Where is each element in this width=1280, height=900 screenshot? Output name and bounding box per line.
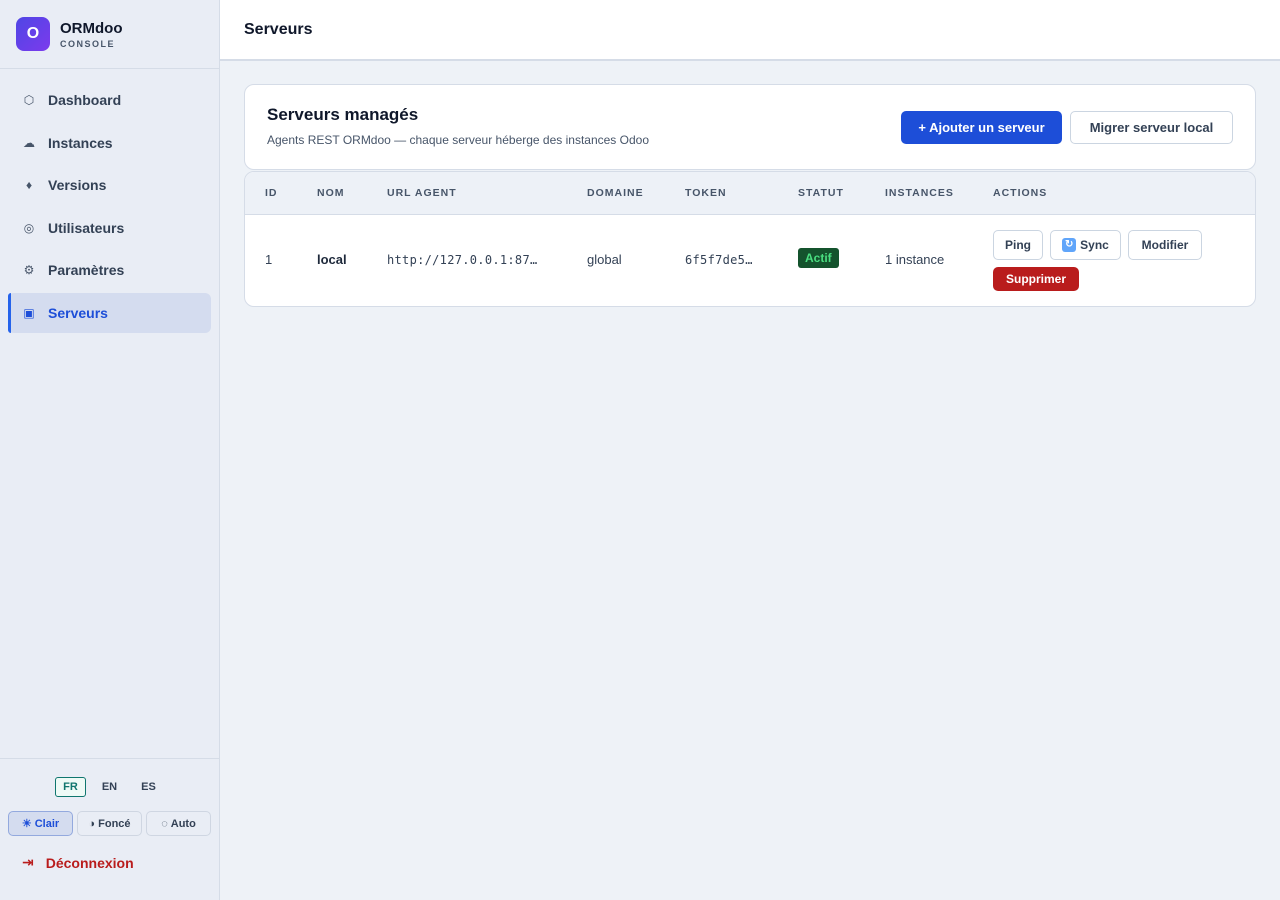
sync-button[interactable]: ↻ Sync bbox=[1050, 230, 1121, 260]
servers-header-card: Serveurs managés Agents REST ORMdoo — ch… bbox=[244, 84, 1256, 170]
column-header-id: ID bbox=[265, 187, 278, 199]
sidebar-item-users[interactable]: ◎ Utilisateurs bbox=[8, 208, 211, 248]
cell-token: 6f5f7de5… bbox=[685, 253, 753, 267]
brand-name: ORMdoo bbox=[60, 19, 123, 37]
sidebar-item-label: Versions bbox=[48, 177, 107, 194]
column-header-domain: DOMAINE bbox=[587, 187, 644, 199]
server-icon: ▣ bbox=[23, 305, 35, 320]
diamond-icon: ♦ bbox=[25, 178, 33, 193]
sidebar-item-versions[interactable]: ♦ Versions bbox=[8, 165, 211, 205]
users-icon: ◎ bbox=[23, 220, 35, 235]
sidebar-item-label: Utilisateurs bbox=[48, 219, 125, 236]
sidebar-item-label: Paramètres bbox=[48, 262, 125, 279]
lang-fr[interactable]: FR bbox=[55, 777, 86, 797]
cell-instances: 1 instance bbox=[885, 252, 945, 267]
hexagon-icon: ⬡ bbox=[23, 93, 35, 107]
cell-name: local bbox=[317, 252, 347, 267]
sidebar-item-label: Dashboard bbox=[48, 92, 122, 108]
theme-switcher: ☀ Clair ◑ Foncé ◌ Auto bbox=[8, 811, 211, 836]
brand: O ORMdoo CONSOLE bbox=[0, 0, 219, 69]
column-header-token: TOKEN bbox=[685, 187, 727, 199]
sidebar-item-label: Serveurs bbox=[48, 304, 108, 321]
ping-button[interactable]: Ping bbox=[993, 230, 1043, 260]
lang-es[interactable]: ES bbox=[133, 777, 164, 797]
gear-icon: ⚙ bbox=[23, 263, 35, 278]
sidebar-item-servers[interactable]: ▣ Serveurs bbox=[8, 292, 211, 333]
sidebar-nav: ⬡ Dashboard ☁ Instances ♦ Versions ◎ Uti… bbox=[0, 69, 219, 333]
sync-icon: ↻ bbox=[1062, 238, 1077, 252]
language-switcher: FR EN ES bbox=[0, 777, 219, 797]
sidebar-item-instances[interactable]: ☁ Instances bbox=[8, 123, 211, 163]
auto-icon: ◌ bbox=[161, 817, 168, 830]
sidebar-item-label: Instances bbox=[48, 134, 113, 151]
column-header-name: NOM bbox=[317, 187, 345, 199]
column-header-status: STATUT bbox=[798, 187, 844, 199]
theme-light-button[interactable]: ☀ Clair bbox=[8, 811, 73, 836]
lang-en[interactable]: EN bbox=[94, 777, 125, 797]
add-server-button[interactable]: + Ajouter un serveur bbox=[901, 111, 1062, 144]
table-header: ID NOM URL AGENT DOMAINE TOKEN STATUT IN… bbox=[245, 172, 1255, 215]
sidebar: O ORMdoo CONSOLE ⬡ Dashboard ☁ Instances… bbox=[0, 0, 220, 900]
column-header-actions: ACTIONS bbox=[993, 187, 1048, 199]
delete-button[interactable]: Supprimer bbox=[993, 267, 1079, 291]
sun-icon: ☀ bbox=[21, 818, 32, 830]
cell-agent-url: http://127.0.0.1:87… bbox=[387, 253, 538, 267]
half-moon-icon: ◑ bbox=[88, 817, 96, 830]
logout-button[interactable]: ⇥ Déconnexion bbox=[22, 854, 134, 871]
brand-subtitle: CONSOLE bbox=[60, 38, 116, 49]
servers-table: ID NOM URL AGENT DOMAINE TOKEN STATUT IN… bbox=[244, 171, 1256, 307]
logout-icon: ⇥ bbox=[22, 854, 34, 870]
edit-button[interactable]: Modifier bbox=[1128, 230, 1202, 260]
app-logo: O bbox=[16, 17, 50, 51]
sidebar-item-settings[interactable]: ⚙ Paramètres bbox=[8, 250, 211, 290]
cloud-icon: ☁ bbox=[23, 135, 35, 150]
cell-id: 1 bbox=[265, 252, 273, 267]
sidebar-item-dashboard[interactable]: ⬡ Dashboard bbox=[8, 80, 211, 120]
column-header-instances: INSTANCES bbox=[885, 187, 954, 199]
theme-auto-button[interactable]: ◌ Auto bbox=[146, 811, 211, 836]
theme-dark-button[interactable]: ◑ Foncé bbox=[77, 811, 142, 836]
status-badge: Actif bbox=[798, 248, 839, 268]
page-title: Serveurs bbox=[244, 20, 313, 38]
sidebar-footer: FR EN ES ☀ Clair ◑ Foncé ◌ Auto ⇥ Déconn… bbox=[0, 758, 219, 900]
migrate-local-server-button[interactable]: Migrer serveur local bbox=[1070, 111, 1233, 144]
column-header-url: URL AGENT bbox=[387, 187, 457, 199]
cell-domain: global bbox=[587, 252, 622, 267]
top-bar: Serveurs bbox=[220, 0, 1280, 61]
